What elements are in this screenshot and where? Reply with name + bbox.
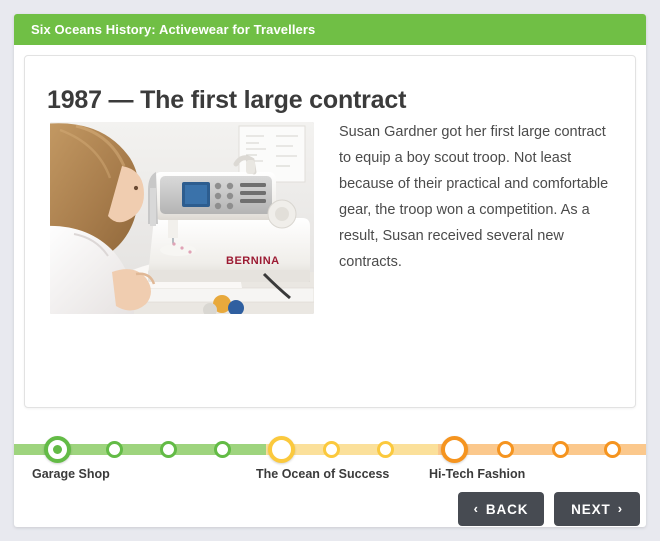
chevron-right-icon: › [617,500,623,516]
slide-content-card: 1987 — The first large contract BERNINA … [24,55,636,408]
timeline-step-dot-8[interactable] [604,441,621,458]
course-title-bar: Six Oceans History: Activewear for Trave… [14,14,646,45]
sewing-machine-photo-icon: BERNINA [50,122,314,314]
next-button-label: NEXT [571,501,611,517]
timeline-step-dot-4[interactable] [323,441,340,458]
active-marker-icon [53,445,62,454]
course-title: Six Oceans History: Activewear for Trave… [31,22,316,37]
slide-body-text: Susan Gardner got her first large contra… [339,124,609,270]
chevron-left-icon: ‹ [473,500,479,516]
navigation-bar: ‹ BACK NEXT › [14,492,646,527]
svg-text:BERNINA: BERNINA [226,255,280,267]
timeline-step-dot-3[interactable] [214,441,231,458]
next-button[interactable]: NEXT › [554,492,640,526]
timeline-step-dot-7[interactable] [552,441,569,458]
timeline-step-dot-2[interactable] [160,441,177,458]
course-timeline: Garage Shop The Ocean of Success Hi-Tech F… [14,422,646,484]
slide-image: BERNINA [50,122,314,314]
timeline-step-dot-1[interactable] [106,441,123,458]
timeline-step-dot-6[interactable] [497,441,514,458]
timeline-milestone-label-3: Hi-Tech Fashion [429,467,526,481]
timeline-milestone-label-1: Garage Shop [32,467,110,481]
timeline-step-dot-5[interactable] [377,441,394,458]
timeline-milestone-dot-1[interactable] [44,436,71,463]
slide-title: 1987 — The first large contract [47,86,407,114]
timeline-milestone-label-2: The Ocean of Success [256,467,390,481]
back-button-label: BACK [485,501,529,517]
back-button[interactable]: ‹ BACK [458,492,544,526]
timeline-milestone-dot-3[interactable] [441,436,468,463]
timeline-milestone-dot-2[interactable] [268,436,295,463]
course-player-panel: Six Oceans History: Activewear for Trave… [14,14,646,527]
